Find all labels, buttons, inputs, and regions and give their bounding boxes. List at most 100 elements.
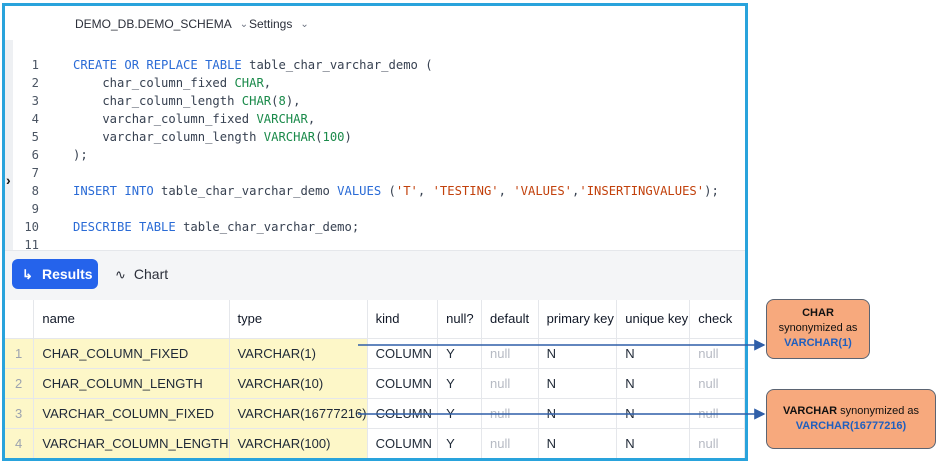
line-number: 6	[31, 148, 39, 162]
cell-default[interactable]: null	[481, 368, 539, 399]
code-token: 8	[278, 94, 286, 108]
code-token: VARCHAR	[263, 130, 316, 144]
code-line[interactable]: 5 varchar_column_length VARCHAR(100)	[5, 128, 745, 146]
results-arrow-icon: ↳	[22, 267, 33, 282]
cell-kind[interactable]: COLUMN	[367, 338, 439, 369]
cell-kind[interactable]: COLUMN	[367, 428, 439, 458]
code-token: 'INSERTINGVALUES'	[579, 184, 705, 198]
cell-unique-key[interactable]: N	[616, 368, 691, 399]
cell-name[interactable]: VARCHAR_COLUMN_LENGTH	[33, 428, 230, 458]
code-token: ,	[417, 184, 433, 198]
table-row[interactable]: 4 VARCHAR_COLUMN_LENGTH VARCHAR(100) COL…	[5, 428, 745, 458]
row-number: 2	[5, 368, 35, 399]
snowflake-worksheet: DEMO_DB.DEMO_SCHEMA ⌄ Settings ⌄ › 1 CREATE…	[2, 3, 748, 461]
cell-type[interactable]: VARCHAR(1)	[229, 338, 368, 369]
code-token: char_column_fixed	[73, 76, 235, 90]
char-callout-title: CHAR	[802, 307, 834, 319]
cell-default[interactable]: null	[481, 338, 539, 369]
results-table: name type kind null? default primary key…	[5, 300, 745, 458]
code-token: 100	[322, 130, 345, 144]
code-token: CHAR	[241, 94, 272, 108]
column-header-check[interactable]: check	[689, 300, 745, 339]
column-header-primary-key[interactable]: primary key	[538, 300, 618, 339]
code-line[interactable]: 1 CREATE OR REPLACE TABLE table_char_varc…	[5, 56, 745, 74]
table-row[interactable]: 2 CHAR_COLUMN_LENGTH VARCHAR(10) COLUMN …	[5, 368, 745, 399]
code-text: varchar_column_fixed VARCHAR,	[73, 110, 315, 128]
code-line[interactable]: 3 char_column_length CHAR(8),	[5, 92, 745, 110]
table-row[interactable]: 3 VARCHAR_COLUMN_FIXED VARCHAR(16777216)…	[5, 398, 745, 429]
cell-default[interactable]: null	[481, 398, 539, 429]
line-number: 4	[31, 112, 39, 126]
char-callout-text: synonymized as	[778, 322, 858, 334]
line-number: 9	[31, 202, 39, 216]
database-schema-selector[interactable]: DEMO_DB.DEMO_SCHEMA ⌄	[75, 17, 248, 31]
column-header-kind[interactable]: kind	[367, 300, 439, 339]
cell-check[interactable]: null	[689, 428, 745, 458]
cell-null[interactable]: Y	[437, 398, 483, 429]
column-header-name[interactable]: name	[33, 300, 230, 339]
cell-primary-key[interactable]: N	[538, 368, 618, 399]
column-header-unique-key[interactable]: unique key	[616, 300, 691, 339]
line-number: 3	[31, 94, 39, 108]
code-token: (	[315, 130, 323, 144]
code-token: DESCRIBE TABLE	[73, 220, 176, 234]
cell-null[interactable]: Y	[437, 428, 483, 458]
horizontal-scrollbar[interactable]	[5, 458, 745, 461]
char-callout-value: VARCHAR(1)	[784, 337, 852, 349]
cell-check[interactable]: null	[689, 368, 745, 399]
cell-null[interactable]: Y	[437, 368, 483, 399]
cell-type[interactable]: VARCHAR(10)	[229, 368, 368, 399]
code-token: char_column_length	[73, 94, 242, 108]
cell-primary-key[interactable]: N	[538, 338, 618, 369]
cell-null[interactable]: Y	[437, 338, 483, 369]
code-text: char_column_fixed CHAR,	[73, 74, 271, 92]
code-token: (	[381, 184, 396, 198]
cell-check[interactable]: null	[689, 338, 745, 369]
cell-unique-key[interactable]: N	[616, 338, 691, 369]
cell-unique-key[interactable]: N	[616, 398, 691, 429]
row-number-header	[5, 300, 35, 339]
cell-name[interactable]: CHAR_COLUMN_LENGTH	[33, 368, 230, 399]
results-table-container: name type kind null? default primary key…	[5, 300, 745, 461]
results-tab-button[interactable]: ↳ Results	[12, 259, 98, 289]
cell-default[interactable]: null	[481, 428, 539, 458]
settings-menu[interactable]: Settings ⌄	[249, 17, 309, 31]
column-header-default[interactable]: default	[481, 300, 539, 339]
code-token: VARCHAR	[256, 112, 308, 126]
cell-type[interactable]: VARCHAR(100)	[229, 428, 368, 458]
code-line[interactable]: 4 varchar_column_fixed VARCHAR,	[5, 110, 745, 128]
code-token: 'T'	[395, 184, 418, 198]
chart-line-icon: ∿	[115, 267, 126, 282]
column-header-type[interactable]: type	[229, 300, 368, 339]
code-token: varchar_column_fixed	[73, 112, 257, 126]
varchar-callout-title: VARCHAR	[782, 405, 838, 417]
cell-name[interactable]: CHAR_COLUMN_FIXED	[33, 338, 230, 369]
cell-kind[interactable]: COLUMN	[367, 398, 439, 429]
code-line[interactable]: 7	[5, 164, 745, 182]
code-line[interactable]: 8 INSERT INTO table_char_varchar_demo VAL…	[5, 182, 745, 200]
code-token: );	[704, 184, 719, 198]
cell-unique-key[interactable]: N	[616, 428, 691, 458]
cell-type[interactable]: VARCHAR(16777216)	[229, 398, 368, 429]
code-text: varchar_column_length VARCHAR(100)	[73, 128, 352, 146]
char-callout: CHAR synonymized as VARCHAR(1)	[766, 299, 870, 359]
code-text: INSERT INTO table_char_varchar_demo VALU…	[73, 182, 719, 200]
code-line[interactable]: 11	[5, 236, 745, 250]
code-token: varchar_column_length	[73, 130, 264, 144]
cell-primary-key[interactable]: N	[538, 398, 618, 429]
code-line[interactable]: 10 DESCRIBE TABLE table_char_varchar_demo…	[5, 218, 745, 236]
chart-tab-button[interactable]: ∿ Chart	[115, 259, 168, 289]
code-token: table_char_varchar_demo	[153, 184, 338, 198]
result-toolbar: ↳ Results ∿ Chart	[5, 250, 745, 300]
settings-label: Settings	[249, 17, 293, 31]
cell-primary-key[interactable]: N	[538, 428, 618, 458]
cell-check[interactable]: null	[689, 398, 745, 429]
column-header-null[interactable]: null?	[437, 300, 483, 339]
cell-name[interactable]: VARCHAR_COLUMN_FIXED	[33, 398, 230, 429]
cell-kind[interactable]: COLUMN	[367, 368, 439, 399]
table-row[interactable]: 1 CHAR_COLUMN_FIXED VARCHAR(1) COLUMN Y …	[5, 338, 745, 369]
code-line[interactable]: 9	[5, 200, 745, 218]
sql-editor[interactable]: 1 CREATE OR REPLACE TABLE table_char_varc…	[5, 56, 745, 250]
code-line[interactable]: 2 char_column_fixed CHAR,	[5, 74, 745, 92]
code-line[interactable]: 6);	[5, 146, 745, 164]
